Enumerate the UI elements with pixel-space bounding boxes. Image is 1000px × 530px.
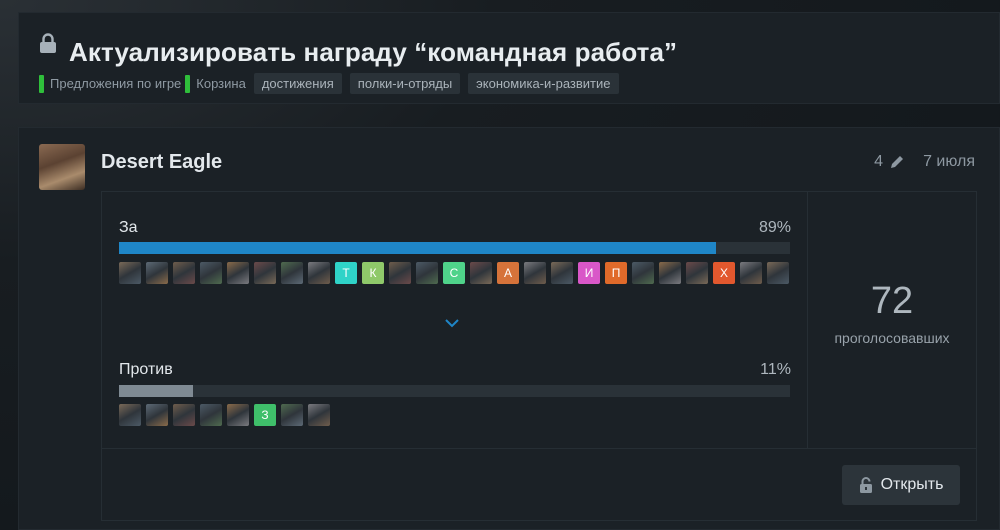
lock-icon bbox=[40, 33, 56, 53]
category-marker bbox=[39, 74, 44, 93]
voter-avatar[interactable] bbox=[308, 404, 330, 426]
open-poll-button[interactable]: Открыть bbox=[842, 465, 960, 505]
voter-avatar[interactable] bbox=[551, 262, 573, 284]
poll-bar-track bbox=[119, 242, 790, 254]
voter-avatar[interactable] bbox=[740, 262, 762, 284]
category-label: Предложения по игре bbox=[50, 76, 182, 91]
total-votes-label: проголосовавших bbox=[834, 330, 950, 346]
voter-avatar-letter[interactable]: З bbox=[254, 404, 276, 426]
voter-avatar[interactable] bbox=[308, 262, 330, 284]
poll-option-percent: 11% bbox=[760, 361, 791, 378]
voter-avatar-letter[interactable]: П bbox=[605, 262, 627, 284]
post-date[interactable]: 7 июля bbox=[923, 153, 975, 171]
poll-options: За 89% ТК С А ИП Х Против 11% З bbox=[102, 192, 807, 448]
voter-avatar-letter[interactable]: А bbox=[497, 262, 519, 284]
voter-avatar[interactable] bbox=[146, 262, 168, 284]
voter-avatar[interactable] bbox=[416, 262, 438, 284]
pencil-icon[interactable] bbox=[889, 154, 905, 170]
voter-avatar[interactable] bbox=[173, 262, 195, 284]
post-meta: 4 7 июля bbox=[874, 153, 975, 171]
poll-option-percent: 89% bbox=[758, 219, 791, 236]
avatar[interactable] bbox=[39, 144, 85, 190]
poll-bar-track bbox=[119, 385, 790, 397]
tag-achievements[interactable]: достижения bbox=[253, 73, 342, 94]
voter-avatar[interactable] bbox=[254, 262, 276, 284]
voter-avatar[interactable] bbox=[119, 404, 141, 426]
post: Desert Eagle 4 7 июля За 89% ТК С А ИП Х Про… bbox=[18, 127, 1000, 530]
category-link-basket[interactable]: Корзина bbox=[185, 74, 246, 93]
unlock-icon bbox=[859, 477, 872, 493]
topic-tags: Предложения по игре Корзина достижения п… bbox=[39, 73, 627, 94]
voter-avatar[interactable] bbox=[389, 262, 411, 284]
category-label: Корзина bbox=[196, 76, 246, 91]
chevron-down-icon[interactable] bbox=[445, 318, 459, 328]
poll-option-label: Против bbox=[119, 361, 173, 378]
voter-avatar[interactable] bbox=[227, 262, 249, 284]
voter-avatar[interactable] bbox=[470, 262, 492, 284]
poll-bar-fill-against bbox=[119, 385, 193, 397]
open-poll-label: Открыть bbox=[880, 476, 944, 493]
voter-avatar[interactable] bbox=[686, 262, 708, 284]
voter-avatar[interactable] bbox=[281, 404, 303, 426]
poll-total: 72 проголосовавших bbox=[808, 192, 976, 448]
voter-avatar[interactable] bbox=[200, 262, 222, 284]
voter-avatar-letter[interactable]: И bbox=[578, 262, 600, 284]
topic-header: Актуализировать награду “командная работ… bbox=[18, 12, 1000, 104]
total-votes: 72 bbox=[870, 280, 914, 322]
voter-avatar[interactable] bbox=[659, 262, 681, 284]
voter-avatar[interactable] bbox=[200, 404, 222, 426]
poll-divider bbox=[102, 448, 976, 449]
author-name[interactable]: Desert Eagle bbox=[101, 151, 222, 174]
topic-title: Актуализировать награду “командная работ… bbox=[69, 37, 678, 67]
voter-avatar[interactable] bbox=[632, 262, 654, 284]
voter-avatar-letter[interactable]: К bbox=[362, 262, 384, 284]
category-marker bbox=[185, 74, 191, 93]
voters-against: З bbox=[119, 404, 790, 426]
voter-avatar-letter[interactable]: Х bbox=[713, 262, 735, 284]
tag-regiments[interactable]: полки-и-отряды bbox=[349, 73, 461, 94]
voter-avatar[interactable] bbox=[119, 262, 141, 284]
edit-count[interactable]: 4 bbox=[874, 153, 883, 171]
tag-economy[interactable]: экономика-и-развитие bbox=[468, 73, 619, 94]
poll-option-label: За bbox=[119, 219, 138, 236]
poll-bar-fill-for bbox=[119, 242, 717, 254]
voter-avatar-letter[interactable]: С bbox=[443, 262, 465, 284]
voter-avatar[interactable] bbox=[524, 262, 546, 284]
voter-avatar[interactable] bbox=[146, 404, 168, 426]
category-link-proposals[interactable]: Предложения по игре bbox=[39, 74, 182, 93]
poll: За 89% ТК С А ИП Х Против 11% З 72 проголосо… bbox=[101, 191, 977, 521]
voter-avatar[interactable] bbox=[281, 262, 303, 284]
voter-avatar[interactable] bbox=[173, 404, 195, 426]
voter-avatar[interactable] bbox=[227, 404, 249, 426]
voters-for: ТК С А ИП Х bbox=[119, 262, 790, 284]
voter-avatar[interactable] bbox=[767, 262, 789, 284]
voter-avatar-letter[interactable]: Т bbox=[335, 262, 357, 284]
